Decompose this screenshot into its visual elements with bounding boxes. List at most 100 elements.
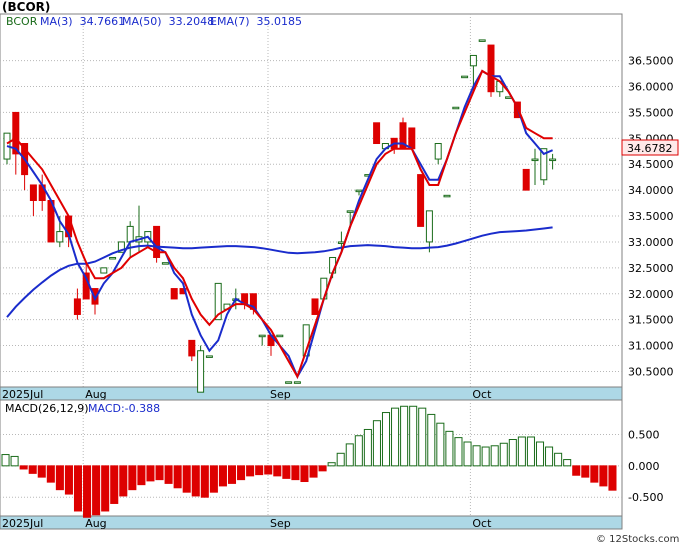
macd-bar <box>418 407 427 467</box>
macd-bar <box>590 465 599 483</box>
macd-bar <box>218 465 227 487</box>
macd-bar <box>427 413 436 467</box>
candle-body <box>311 298 319 315</box>
macd-bar <box>282 465 291 479</box>
candle-body <box>531 158 539 162</box>
macd-bar <box>545 446 554 467</box>
candle-body <box>549 158 557 162</box>
macd-bar <box>155 465 164 481</box>
price-y-tick-label: 32.0000 <box>628 288 674 301</box>
macd-bar <box>572 465 581 476</box>
macd-bar <box>110 465 119 504</box>
macd-bar <box>1 454 10 467</box>
candle-body <box>285 381 293 384</box>
price-y-tick-label: 31.5000 <box>628 314 674 327</box>
macd-bar <box>19 465 28 470</box>
macd-bar <box>300 465 309 483</box>
macd-bar <box>318 465 327 472</box>
legend-symbol: BCOR <box>6 15 38 28</box>
last-price-tag: 34.6782 <box>627 142 673 155</box>
macd-bar <box>526 436 535 467</box>
macd-bar <box>182 465 191 493</box>
macd-bar <box>209 465 218 493</box>
candle-body <box>197 350 205 393</box>
macd-bar <box>200 465 209 498</box>
macd-bar <box>372 420 381 467</box>
candle-body <box>452 106 460 110</box>
macd-legend-name: MACD(26,12,9) <box>5 402 89 415</box>
macd-bar <box>92 465 101 516</box>
macd-bar <box>535 441 545 467</box>
x-tick-label: Sep <box>270 388 291 401</box>
macd-bar <box>83 465 92 518</box>
macd-bar <box>336 452 345 467</box>
macd-bar <box>46 465 55 483</box>
candle-body <box>276 334 284 338</box>
legend-ema7: EMA(7) 35.0185 <box>210 15 302 28</box>
macd-bar <box>128 465 137 491</box>
price-y-tick-label: 31.0000 <box>628 340 674 353</box>
x-tick-label: Oct <box>472 388 492 401</box>
macd-bar <box>391 407 400 467</box>
x-tick-label: Aug <box>85 517 106 530</box>
x-tick-label: 2025Jul <box>2 388 43 401</box>
candle-body <box>425 210 433 243</box>
macd-bar <box>490 445 499 467</box>
chart-stage: 2025Jul Aug Sep Oct 2025Jul Aug Sep Oct 30.500… <box>0 0 680 546</box>
macd-bar <box>517 436 526 467</box>
macd-bar <box>400 405 409 467</box>
candle-body <box>373 122 381 145</box>
macd-bar <box>436 422 445 467</box>
x-tick-label: Aug <box>85 388 106 401</box>
macd-bar <box>73 465 83 512</box>
candle-body <box>417 174 425 227</box>
candle-body <box>56 231 64 243</box>
macd-bar <box>164 465 173 484</box>
macd-bar <box>119 465 128 497</box>
candle-body <box>355 189 363 193</box>
macd-y-tick-label: -0.500 <box>628 491 663 504</box>
macd-bar <box>445 430 454 467</box>
macd-bar <box>554 452 563 467</box>
candle-body <box>205 355 213 358</box>
macd-bar <box>463 441 472 467</box>
macd-bar <box>508 439 517 467</box>
macd-bar <box>599 465 608 487</box>
price-panel <box>0 13 623 388</box>
watermark: © 12Stocks.com <box>596 534 679 545</box>
macd-bar <box>291 465 300 481</box>
macd-bar <box>237 465 246 481</box>
candle-body <box>29 184 37 201</box>
x-tick-label: Sep <box>270 517 291 530</box>
price-y-tick-label: 35.5000 <box>628 106 674 119</box>
price-y-tick-label: 33.0000 <box>628 236 674 249</box>
legend-ma3: MA(3) 34.7661 <box>40 15 125 28</box>
macd-bar <box>327 462 336 467</box>
candle-body <box>408 127 416 150</box>
candle-body <box>100 267 108 274</box>
macd-bar <box>563 459 572 467</box>
macd-bar <box>499 442 508 467</box>
macd-bar <box>354 435 363 467</box>
candle-body <box>293 381 301 384</box>
candle-body <box>188 339 196 357</box>
macd-y-tick-label: 0.500 <box>628 428 660 441</box>
price-y-tick-label: 36.0000 <box>628 81 674 94</box>
macd-bar <box>28 465 37 474</box>
macd-y-tick-label: 0.000 <box>628 460 660 473</box>
price-y-tick-label: 33.5000 <box>628 210 674 223</box>
macd-legend-value: MACD:-0.388 <box>88 402 160 415</box>
candle-body <box>346 210 354 213</box>
candle-body <box>258 334 266 338</box>
macd-bar <box>481 446 490 467</box>
macd-bar <box>454 437 463 467</box>
macd-bar <box>146 465 155 482</box>
stock-chart: 2025Jul Aug Sep Oct 2025Jul Aug Sep Oct 30.500… <box>0 0 679 545</box>
candle-body <box>126 225 134 243</box>
macd-bar <box>273 465 282 477</box>
macd-bar <box>137 465 146 486</box>
macd-bar <box>472 445 481 467</box>
macd-bar <box>363 428 372 467</box>
price-y-tick-label: 30.5000 <box>628 365 674 378</box>
macd-bar <box>246 465 255 477</box>
